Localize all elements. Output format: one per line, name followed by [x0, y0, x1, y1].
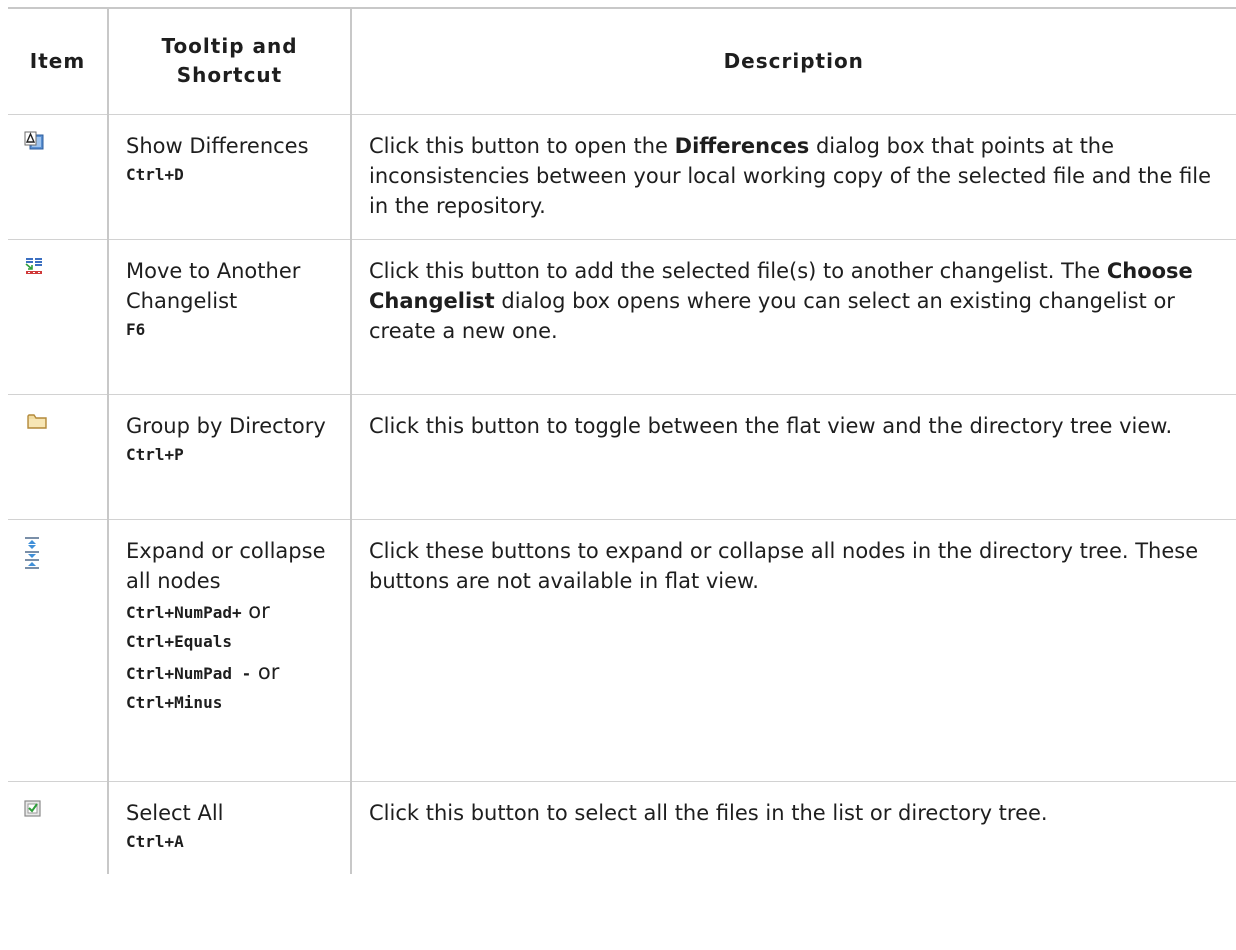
- header-item: Item: [8, 7, 109, 115]
- item-cell: [8, 113, 109, 240]
- item-cell: [8, 238, 109, 395]
- expand-collapse-icon: [25, 536, 39, 569]
- tooltip-text: Expand or collapse all nodes: [126, 538, 326, 593]
- table-header-row: Item Tooltip and Shortcut Description: [8, 7, 1236, 115]
- table-row: Expand or collapse all nodes Ctrl+NumPad…: [8, 518, 1236, 782]
- table-row: Move to Another Changelist F6 Click this…: [8, 238, 1236, 395]
- show-diff-icon: [24, 131, 44, 149]
- dialog-name: Differences: [674, 133, 810, 158]
- tooltip-text: Group by Directory: [126, 413, 326, 438]
- tooltip-cell: Group by Directory Ctrl+P: [107, 393, 352, 520]
- or-text: or: [241, 598, 270, 623]
- shortcut-line: Ctrl+NumPad - or: [126, 657, 332, 688]
- toolbar-reference-table: Item Tooltip and Shortcut Description Sh…: [8, 7, 1236, 874]
- item-cell: [8, 393, 109, 520]
- table-row: Select All Ctrl+A Click this button to s…: [8, 780, 1236, 874]
- shortcut: Ctrl+NumPad+: [126, 602, 242, 622]
- shortcut: Ctrl+D: [126, 164, 184, 184]
- shortcut-line: Ctrl+NumPad+ or: [126, 596, 332, 627]
- item-cell: [8, 518, 109, 782]
- tooltip-text: Select All: [126, 800, 224, 825]
- move-changelist-icon: [25, 257, 42, 274]
- shortcut: Ctrl+NumPad -: [126, 663, 252, 683]
- table-row: Show Differences Ctrl+D Click this butto…: [8, 113, 1236, 240]
- description-text: Click this button to open the: [369, 133, 675, 158]
- description-text: Click this button to add the selected fi…: [369, 258, 1107, 283]
- shortcut: Ctrl+Equals: [126, 631, 232, 651]
- or-text: or: [251, 659, 280, 684]
- tooltip-cell: Expand or collapse all nodes Ctrl+NumPad…: [107, 518, 352, 782]
- select-all-icon: [24, 799, 41, 817]
- tooltip-text: Show Differences: [126, 133, 309, 158]
- tooltip-text: Move to Another Changelist: [126, 258, 301, 313]
- shortcut: Ctrl+Minus: [126, 692, 223, 712]
- description-cell: Click this button to open the Difference…: [350, 113, 1236, 240]
- description-cell: Click this button to select all the file…: [350, 780, 1236, 874]
- shortcut: F6: [126, 319, 146, 339]
- description-cell: Click these buttons to expand or collaps…: [350, 518, 1236, 782]
- tooltip-cell: Select All Ctrl+A: [107, 780, 352, 874]
- table-row: Group by Directory Ctrl+P Click this but…: [8, 393, 1236, 520]
- tooltip-cell: Move to Another Changelist F6: [107, 238, 352, 395]
- item-cell: [8, 780, 109, 874]
- shortcut: Ctrl+A: [126, 831, 184, 851]
- header-description: Description: [350, 7, 1236, 115]
- description-cell: Click this button to add the selected fi…: [350, 238, 1236, 395]
- folder-icon: [27, 413, 47, 429]
- header-tooltip-shortcut: Tooltip and Shortcut: [107, 7, 352, 115]
- shortcut: Ctrl+P: [126, 444, 184, 464]
- tooltip-cell: Show Differences Ctrl+D: [107, 113, 352, 240]
- description-cell: Click this button to toggle between the …: [350, 393, 1236, 520]
